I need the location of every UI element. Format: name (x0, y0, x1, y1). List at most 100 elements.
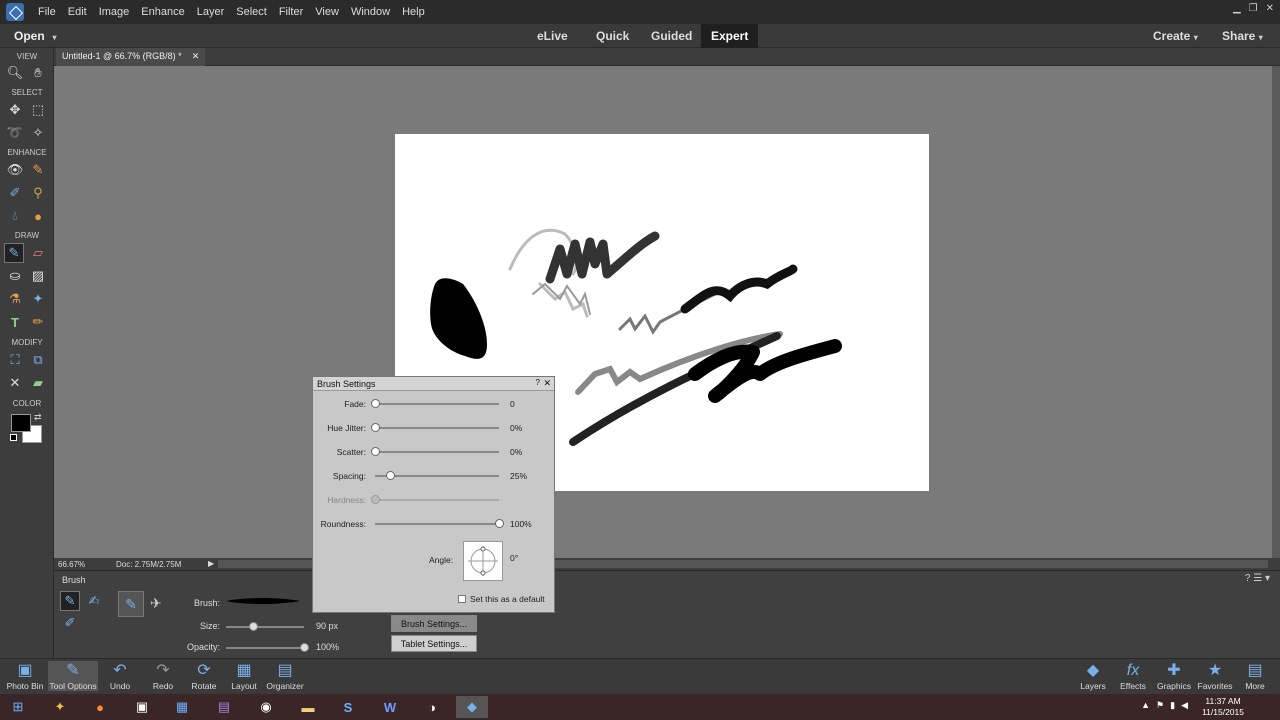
opacity-slider-track[interactable] (226, 647, 304, 649)
taskbar-app-icon[interactable]: ▣ (126, 696, 158, 718)
color-replacement-brush-icon[interactable]: ✐ (60, 613, 80, 633)
clone-stamp-tool-icon[interactable]: ⚲ (28, 183, 48, 203)
roundness-slider-track[interactable] (375, 523, 499, 525)
marquee-tool-icon[interactable]: ⬚ (28, 100, 48, 120)
brush-preset-picker[interactable] (224, 594, 302, 608)
word-icon[interactable]: W (374, 696, 406, 718)
organizer-button[interactable]: ▤ Organizer (260, 661, 310, 691)
menu-filter[interactable]: Filter (273, 6, 309, 18)
hue-jitter-slider-track[interactable] (375, 427, 499, 429)
menu-image[interactable]: Image (93, 6, 136, 18)
firefox-icon[interactable]: ● (84, 696, 116, 718)
menu-view[interactable]: View (309, 6, 345, 18)
file-explorer-icon[interactable]: ▬ (292, 696, 324, 718)
blur-tool-icon[interactable]: 💧︎ (5, 206, 25, 226)
opacity-slider-knob[interactable] (300, 643, 309, 652)
panel-menu-icon[interactable]: ? ☰ ▾ (1245, 573, 1270, 584)
taskbar-app-icon[interactable]: ◉ (250, 696, 282, 718)
taskbar-app-icon[interactable]: ▤ (208, 696, 240, 718)
spot-healing-tool-icon[interactable]: ✎ (28, 160, 48, 180)
minimize-icon[interactable]: ▁ (1233, 3, 1241, 14)
impressionist-brush-icon[interactable]: ✍︎ (84, 591, 104, 611)
document-tab[interactable]: Untitled-1 @ 66.7% (RGB/8) * ✕ (56, 48, 206, 66)
volume-icon[interactable]: ◀ (1181, 700, 1188, 711)
red-eye-tool-icon[interactable]: 👁︎ (5, 160, 25, 180)
straighten-tool-icon[interactable]: ▰ (28, 373, 48, 393)
menu-enhance[interactable]: Enhance (135, 6, 190, 18)
brush-tool-icon[interactable]: ✎ (4, 243, 24, 263)
status-menu-arrow-icon[interactable]: ▶ (208, 559, 214, 568)
size-slider-knob[interactable] (249, 622, 259, 631)
close-icon[interactable]: ✕ (543, 378, 551, 389)
smart-brush-tool-icon[interactable]: ✐ (5, 183, 25, 203)
sponge-tool-icon[interactable]: ● (28, 206, 48, 226)
foreground-color-swatch[interactable] (11, 414, 31, 432)
recompose-tool-icon[interactable]: ⧉ (28, 350, 48, 370)
pencil-tool-icon[interactable]: ✏︎ (28, 312, 48, 332)
crop-tool-icon[interactable]: ⛶ (5, 350, 25, 370)
brush-mode-icon[interactable]: ✎ (60, 591, 80, 611)
custom-shape-tool-icon[interactable]: ✦ (28, 289, 48, 309)
mode-guided[interactable]: Guided (651, 29, 692, 43)
taskbar-app-icon[interactable]: ▦ (166, 696, 198, 718)
brush-settings-button[interactable]: Brush Settings... (391, 615, 477, 632)
windows-start-icon[interactable]: ⊞ (2, 696, 34, 718)
help-icon[interactable]: ? (536, 378, 540, 387)
eraser-tool-icon[interactable]: ▱ (28, 243, 48, 263)
taskbar-app-icon[interactable]: ◑ (416, 696, 448, 718)
hue-jitter-label: Hue Jitter: (327, 423, 366, 433)
magic-wand-tool-icon[interactable]: ✧ (28, 123, 48, 143)
angle-control[interactable] (463, 541, 503, 581)
menu-file[interactable]: File (32, 6, 62, 18)
taskbar-app-icon[interactable]: ✦ (44, 696, 76, 718)
vertical-scrollbar[interactable] (1272, 66, 1280, 558)
roundness-slider-knob[interactable] (495, 519, 504, 528)
size-slider-track[interactable] (226, 626, 304, 628)
hand-tool-icon[interactable]: ✋︎ (28, 63, 48, 83)
photoshop-elements-taskbar-icon[interactable]: ◆ (456, 696, 488, 718)
restore-icon[interactable]: ❐ (1249, 3, 1258, 14)
zoom-tool-icon[interactable]: 🔍︎ (5, 63, 25, 83)
flag-icon[interactable]: ⚑ (1156, 700, 1164, 711)
scatter-slider-track[interactable] (375, 451, 499, 453)
move-tool-icon[interactable]: ✥ (5, 100, 25, 120)
close-icon[interactable]: ✕ (192, 51, 200, 63)
mode-expert[interactable]: Expert (701, 24, 759, 48)
tool-options-button[interactable]: ✎ Tool Options (48, 661, 98, 691)
default-colors-icon[interactable] (10, 434, 17, 441)
scatter-slider-knob[interactable] (371, 447, 380, 456)
share-button[interactable]: Share ▾ (1222, 29, 1263, 43)
mode-quick[interactable]: Quick (596, 29, 629, 43)
tablet-settings-button[interactable]: Tablet Settings... (391, 635, 477, 652)
swap-colors-icon[interactable]: ⇄ (34, 412, 42, 423)
taskbar-app-icon[interactable]: S (332, 696, 364, 718)
open-button[interactable]: Open ▾ (14, 29, 56, 43)
more-button[interactable]: ▤ More (1230, 661, 1280, 691)
set-default-checkbox[interactable] (458, 595, 466, 603)
content-aware-move-tool-icon[interactable]: ✕ (5, 373, 25, 393)
eyedropper-tool-icon[interactable]: ⚗ (5, 289, 25, 309)
hue-jitter-slider-knob[interactable] (371, 423, 380, 432)
fade-slider-track[interactable] (375, 403, 499, 405)
system-clock[interactable]: 11:37 AM 11/15/2015 (1202, 696, 1244, 718)
menu-help[interactable]: Help (396, 6, 431, 18)
menu-select[interactable]: Select (230, 6, 273, 18)
tray-arrow-icon[interactable]: ▲ (1141, 700, 1150, 711)
spacing-slider-knob[interactable] (385, 471, 395, 480)
gradient-tool-icon[interactable]: ▨ (28, 266, 48, 286)
organizer-icon: ▤ (277, 662, 293, 679)
paint-bucket-tool-icon[interactable]: ⛀ (5, 266, 25, 286)
menu-layer[interactable]: Layer (191, 6, 231, 18)
menu-edit[interactable]: Edit (62, 6, 93, 18)
fade-slider-knob[interactable] (371, 399, 380, 408)
close-icon[interactable]: ✕ (1266, 3, 1274, 14)
photo-bin-button[interactable]: ▣ Photo Bin (0, 661, 50, 691)
lasso-tool-icon[interactable]: ➰ (5, 123, 25, 143)
mode-elive[interactable]: eLive (537, 29, 568, 43)
airbrush-icon[interactable]: ✈︎ (150, 595, 162, 612)
create-button[interactable]: Create ▾ (1153, 29, 1198, 43)
airbrush-toggle-icon[interactable]: ✎ (118, 591, 144, 617)
network-icon[interactable]: ▮ (1170, 700, 1175, 711)
type-tool-icon[interactable]: T (5, 312, 25, 332)
menu-window[interactable]: Window (345, 6, 396, 18)
